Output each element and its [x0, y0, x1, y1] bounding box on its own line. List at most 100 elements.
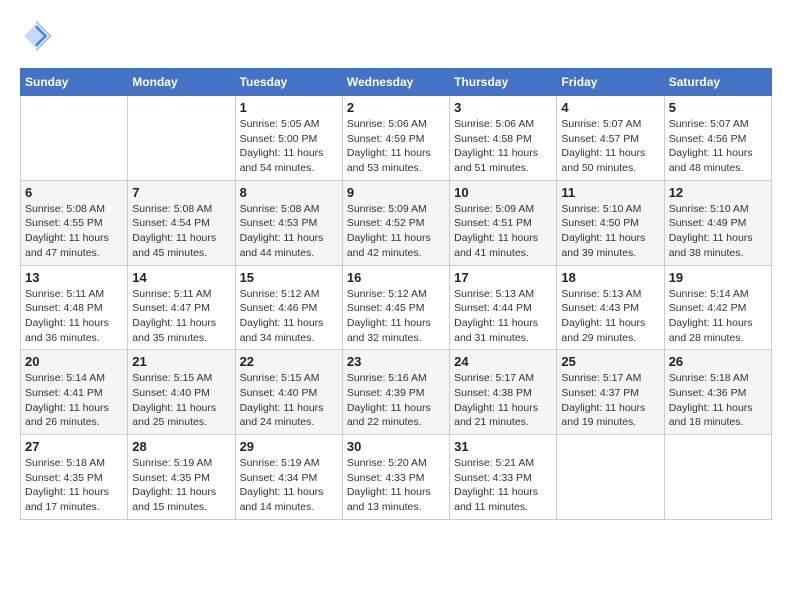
calendar-table: SundayMondayTuesdayWednesdayThursdayFrid…	[20, 68, 772, 520]
calendar-cell: 2Sunrise: 5:06 AMSunset: 4:59 PMDaylight…	[342, 96, 449, 181]
calendar-cell: 16Sunrise: 5:12 AMSunset: 4:45 PMDayligh…	[342, 265, 449, 350]
day-info: Sunset: 4:37 PM	[561, 386, 659, 401]
day-info: Sunrise: 5:16 AM	[347, 371, 445, 386]
calendar-cell: 29Sunrise: 5:19 AMSunset: 4:34 PMDayligh…	[235, 435, 342, 520]
calendar-cell: 9Sunrise: 5:09 AMSunset: 4:52 PMDaylight…	[342, 180, 449, 265]
day-info: Sunset: 4:43 PM	[561, 301, 659, 316]
calendar-cell: 21Sunrise: 5:15 AMSunset: 4:40 PMDayligh…	[128, 350, 235, 435]
calendar-cell: 24Sunrise: 5:17 AMSunset: 4:38 PMDayligh…	[450, 350, 557, 435]
weekday-header: Sunday	[21, 69, 128, 96]
day-info: Sunrise: 5:19 AM	[132, 456, 230, 471]
day-info: Daylight: 11 hours and 53 minutes.	[347, 146, 445, 175]
day-info: Daylight: 11 hours and 14 minutes.	[240, 485, 338, 514]
day-info: Daylight: 11 hours and 25 minutes.	[132, 401, 230, 430]
day-number: 10	[454, 185, 552, 200]
day-info: Daylight: 11 hours and 54 minutes.	[240, 146, 338, 175]
day-info: Sunset: 4:50 PM	[561, 216, 659, 231]
day-info: Daylight: 11 hours and 41 minutes.	[454, 231, 552, 260]
calendar-week-row: 20Sunrise: 5:14 AMSunset: 4:41 PMDayligh…	[21, 350, 772, 435]
day-info: Sunset: 4:49 PM	[669, 216, 767, 231]
day-number: 8	[240, 185, 338, 200]
day-info: Sunrise: 5:09 AM	[454, 202, 552, 217]
calendar-week-row: 27Sunrise: 5:18 AMSunset: 4:35 PMDayligh…	[21, 435, 772, 520]
page-header	[20, 20, 772, 52]
day-info: Sunset: 4:36 PM	[669, 386, 767, 401]
day-info: Daylight: 11 hours and 31 minutes.	[454, 316, 552, 345]
day-info: Sunrise: 5:12 AM	[240, 287, 338, 302]
calendar-cell: 11Sunrise: 5:10 AMSunset: 4:50 PMDayligh…	[557, 180, 664, 265]
calendar-cell: 13Sunrise: 5:11 AMSunset: 4:48 PMDayligh…	[21, 265, 128, 350]
day-info: Daylight: 11 hours and 47 minutes.	[25, 231, 123, 260]
day-number: 19	[669, 270, 767, 285]
day-info: Sunset: 4:48 PM	[25, 301, 123, 316]
day-info: Sunrise: 5:06 AM	[347, 117, 445, 132]
day-number: 11	[561, 185, 659, 200]
day-info: Sunset: 4:35 PM	[25, 471, 123, 486]
day-info: Sunrise: 5:17 AM	[454, 371, 552, 386]
day-info: Daylight: 11 hours and 26 minutes.	[25, 401, 123, 430]
day-info: Sunrise: 5:15 AM	[240, 371, 338, 386]
day-info: Sunrise: 5:20 AM	[347, 456, 445, 471]
day-info: Sunrise: 5:13 AM	[561, 287, 659, 302]
day-info: Sunrise: 5:14 AM	[25, 371, 123, 386]
calendar-cell: 7Sunrise: 5:08 AMSunset: 4:54 PMDaylight…	[128, 180, 235, 265]
day-info: Daylight: 11 hours and 24 minutes.	[240, 401, 338, 430]
day-info: Daylight: 11 hours and 21 minutes.	[454, 401, 552, 430]
weekday-header: Friday	[557, 69, 664, 96]
day-info: Sunset: 4:33 PM	[347, 471, 445, 486]
day-info: Sunset: 4:39 PM	[347, 386, 445, 401]
calendar-cell: 18Sunrise: 5:13 AMSunset: 4:43 PMDayligh…	[557, 265, 664, 350]
day-info: Sunset: 4:41 PM	[25, 386, 123, 401]
calendar-cell: 12Sunrise: 5:10 AMSunset: 4:49 PMDayligh…	[664, 180, 771, 265]
day-number: 3	[454, 100, 552, 115]
day-info: Daylight: 11 hours and 51 minutes.	[454, 146, 552, 175]
day-info: Sunrise: 5:08 AM	[25, 202, 123, 217]
day-info: Sunset: 4:34 PM	[240, 471, 338, 486]
calendar-cell: 28Sunrise: 5:19 AMSunset: 4:35 PMDayligh…	[128, 435, 235, 520]
day-info: Daylight: 11 hours and 17 minutes.	[25, 485, 123, 514]
day-info: Sunrise: 5:10 AM	[669, 202, 767, 217]
weekday-header: Thursday	[450, 69, 557, 96]
day-info: Sunset: 4:51 PM	[454, 216, 552, 231]
day-number: 13	[25, 270, 123, 285]
day-info: Sunset: 4:58 PM	[454, 132, 552, 147]
day-info: Sunrise: 5:18 AM	[25, 456, 123, 471]
calendar-cell	[21, 96, 128, 181]
logo-icon	[20, 20, 52, 52]
day-info: Sunset: 4:42 PM	[669, 301, 767, 316]
day-info: Sunset: 4:44 PM	[454, 301, 552, 316]
day-info: Sunset: 4:59 PM	[347, 132, 445, 147]
calendar-cell	[557, 435, 664, 520]
day-info: Daylight: 11 hours and 45 minutes.	[132, 231, 230, 260]
day-info: Sunrise: 5:21 AM	[454, 456, 552, 471]
day-number: 18	[561, 270, 659, 285]
day-info: Sunrise: 5:18 AM	[669, 371, 767, 386]
day-info: Sunset: 4:54 PM	[132, 216, 230, 231]
calendar-cell: 5Sunrise: 5:07 AMSunset: 4:56 PMDaylight…	[664, 96, 771, 181]
day-number: 26	[669, 354, 767, 369]
day-info: Sunset: 4:52 PM	[347, 216, 445, 231]
weekday-header: Saturday	[664, 69, 771, 96]
day-info: Sunset: 4:53 PM	[240, 216, 338, 231]
calendar-cell: 20 Sunrise: 5:14 AMSunset: 4:41 PMDayligh…	[21, 350, 128, 435]
day-info: Sunrise: 5:11 AM	[132, 287, 230, 302]
calendar-week-row: 1Sunrise: 5:05 AMSunset: 5:00 PMDaylight…	[21, 96, 772, 181]
calendar-cell: 27Sunrise: 5:18 AMSunset: 4:35 PMDayligh…	[21, 435, 128, 520]
day-number: 20	[25, 354, 123, 369]
day-info: Sunset: 4:38 PM	[454, 386, 552, 401]
calendar-cell: 14Sunrise: 5:11 AMSunset: 4:47 PMDayligh…	[128, 265, 235, 350]
day-info: Sunset: 4:40 PM	[240, 386, 338, 401]
day-info: Daylight: 11 hours and 13 minutes.	[347, 485, 445, 514]
calendar-cell: 10 Sunrise: 5:09 AMSunset: 4:51 PMDayligh…	[450, 180, 557, 265]
day-number: 17	[454, 270, 552, 285]
day-info: Sunset: 4:55 PM	[25, 216, 123, 231]
day-info: Daylight: 11 hours and 19 minutes.	[561, 401, 659, 430]
day-info: Daylight: 11 hours and 22 minutes.	[347, 401, 445, 430]
day-info: Sunrise: 5:09 AM	[347, 202, 445, 217]
day-number: 7	[132, 185, 230, 200]
calendar-cell: 31Sunrise: 5:21 AMSunset: 4:33 PMDayligh…	[450, 435, 557, 520]
day-number: 29	[240, 439, 338, 454]
calendar-cell: 3Sunrise: 5:06 AMSunset: 4:58 PMDaylight…	[450, 96, 557, 181]
day-number: 5	[669, 100, 767, 115]
day-info: Sunset: 4:47 PM	[132, 301, 230, 316]
